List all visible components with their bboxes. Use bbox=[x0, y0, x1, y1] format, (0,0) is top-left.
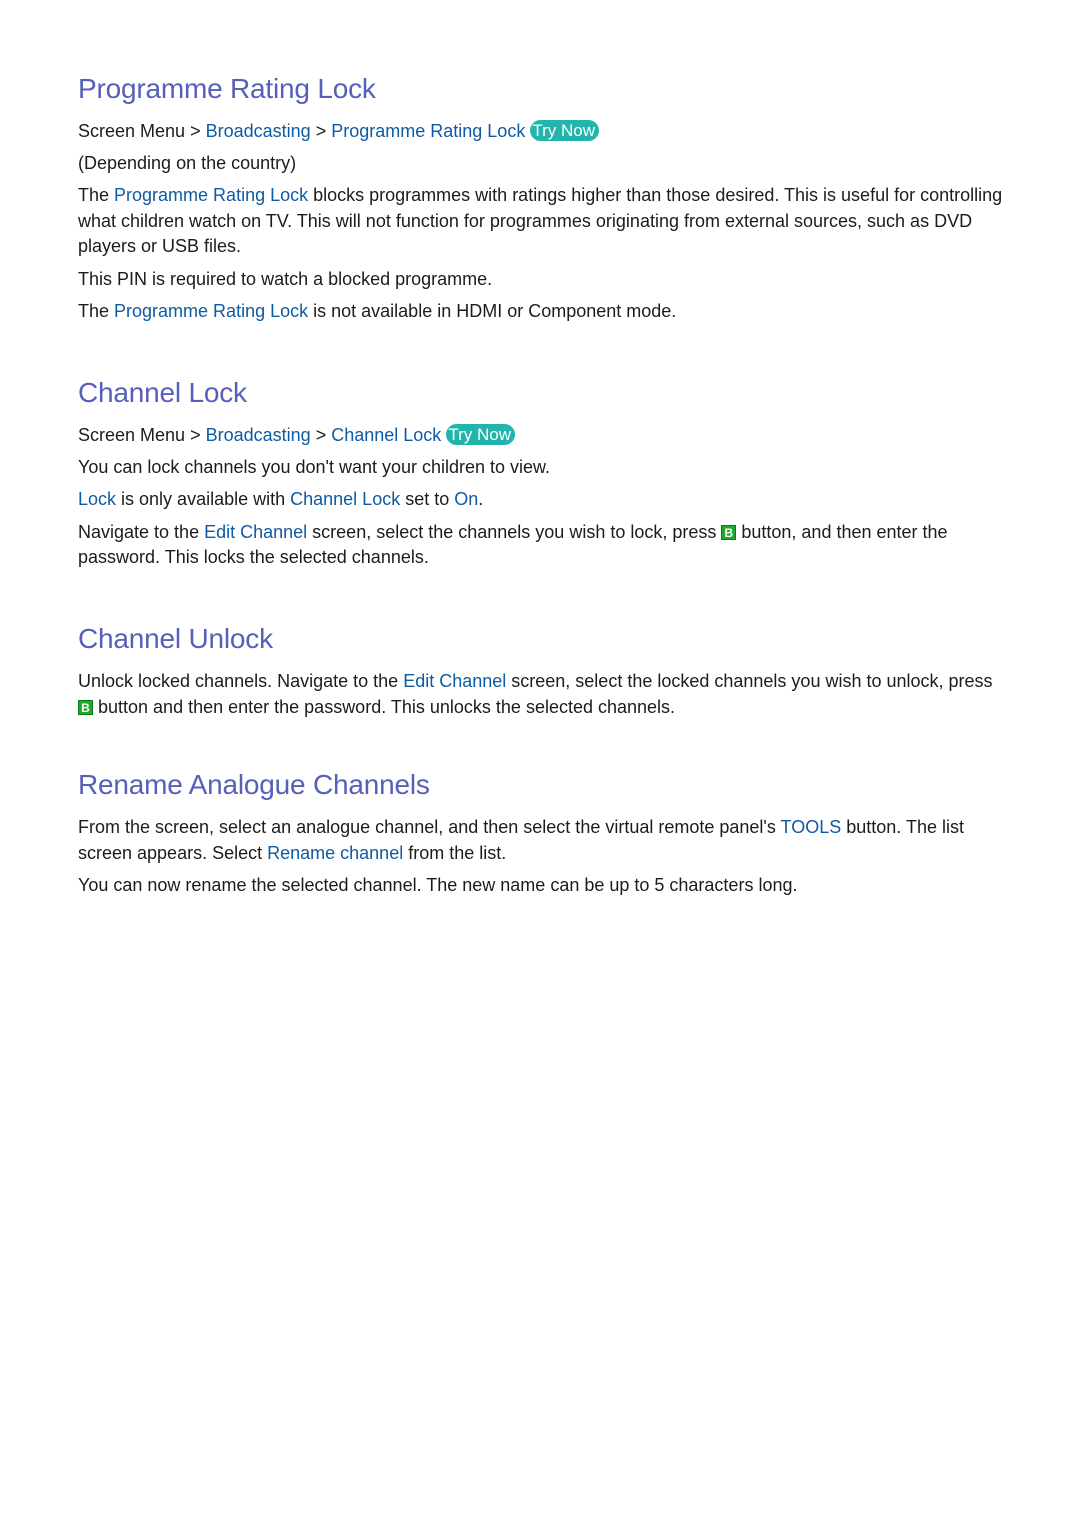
text: . bbox=[478, 489, 484, 509]
text: The bbox=[78, 185, 115, 205]
section-programme-rating-lock: Programme Rating Lock Screen Menu > Broa… bbox=[78, 72, 1008, 325]
text: button and then enter the password. This… bbox=[93, 696, 676, 717]
link-rename-channel[interactable]: Rename channel bbox=[267, 843, 403, 863]
link-tools[interactable]: TOOLS bbox=[781, 817, 842, 837]
link-programme-rating-lock[interactable]: Programme Rating Lock bbox=[114, 301, 308, 321]
try-now-button[interactable]: Try Now bbox=[530, 120, 599, 141]
path-root: Screen Menu bbox=[78, 425, 186, 445]
instructions-paragraph: Navigate to the Edit Channel screen, sel… bbox=[78, 520, 1008, 571]
availability-paragraph: The Programme Rating Lock is not availab… bbox=[78, 299, 1008, 325]
availability-paragraph: Lock is only available with Channel Lock… bbox=[78, 487, 1008, 513]
text: screen, select the locked channels you w… bbox=[506, 671, 993, 691]
section-title: Programme Rating Lock bbox=[78, 73, 376, 104]
text: From the screen, select an analogue chan… bbox=[78, 817, 781, 837]
pin-paragraph: This PIN is required to watch a blocked … bbox=[78, 268, 493, 289]
link-edit-channel[interactable]: Edit Channel bbox=[403, 671, 506, 691]
intro-paragraph: You can lock channels you don't want you… bbox=[78, 456, 551, 477]
path-separator: > bbox=[190, 121, 201, 141]
b-button-icon: B bbox=[78, 699, 93, 715]
link-on[interactable]: On bbox=[454, 489, 478, 509]
section-title: Channel Unlock bbox=[78, 623, 273, 654]
path-link-broadcasting[interactable]: Broadcasting bbox=[206, 425, 311, 445]
path-separator: > bbox=[190, 425, 201, 445]
b-button-icon: B bbox=[721, 524, 737, 540]
link-edit-channel[interactable]: Edit Channel bbox=[204, 522, 307, 542]
section-title: Channel Lock bbox=[78, 377, 247, 408]
path-separator: > bbox=[315, 425, 327, 445]
text: is not available in HDMI or Component mo… bbox=[308, 301, 677, 321]
text: from the list. bbox=[403, 842, 507, 863]
link-programme-rating-lock[interactable]: Programme Rating Lock bbox=[114, 185, 308, 205]
text: screen, select the channels you wish to … bbox=[307, 521, 722, 542]
name-length-paragraph: You can now rename the selected channel.… bbox=[78, 875, 798, 895]
path-root: Screen Menu bbox=[78, 121, 186, 141]
path-link-channel-lock[interactable]: Channel Lock bbox=[331, 425, 441, 445]
section-rename-analogue-channels: Rename Analogue Channels From the screen… bbox=[78, 768, 1008, 899]
text: is only available with bbox=[116, 489, 291, 509]
text: Unlock locked channels. Navigate to the bbox=[78, 671, 404, 691]
text: The bbox=[78, 301, 115, 321]
section-title: Rename Analogue Channels bbox=[78, 769, 430, 800]
text: set to bbox=[400, 489, 455, 509]
section-channel-lock: Channel Lock Screen Menu > Broadcasting … bbox=[78, 376, 1008, 571]
path-separator: > bbox=[315, 121, 327, 141]
country-note: (Depending on the country) bbox=[78, 152, 297, 173]
menu-path: Screen Menu > Broadcasting > Channel Loc… bbox=[78, 423, 1008, 449]
description-paragraph: The Programme Rating Lock blocks program… bbox=[78, 183, 1008, 260]
path-link-broadcasting[interactable]: Broadcasting bbox=[206, 121, 311, 141]
link-channel-lock[interactable]: Channel Lock bbox=[290, 489, 400, 509]
section-channel-unlock: Channel Unlock Unlock locked channels. N… bbox=[78, 622, 1008, 720]
text: Navigate to the bbox=[78, 521, 205, 542]
instructions-paragraph: Unlock locked channels. Navigate to the … bbox=[78, 669, 1008, 720]
instructions-paragraph: From the screen, select an analogue chan… bbox=[78, 815, 1008, 866]
link-lock[interactable]: Lock bbox=[78, 489, 116, 509]
path-link-programme-rating-lock[interactable]: Programme Rating Lock bbox=[331, 121, 525, 141]
menu-path: Screen Menu > Broadcasting > Programme R… bbox=[78, 119, 1008, 145]
try-now-button[interactable]: Try Now bbox=[446, 424, 515, 445]
